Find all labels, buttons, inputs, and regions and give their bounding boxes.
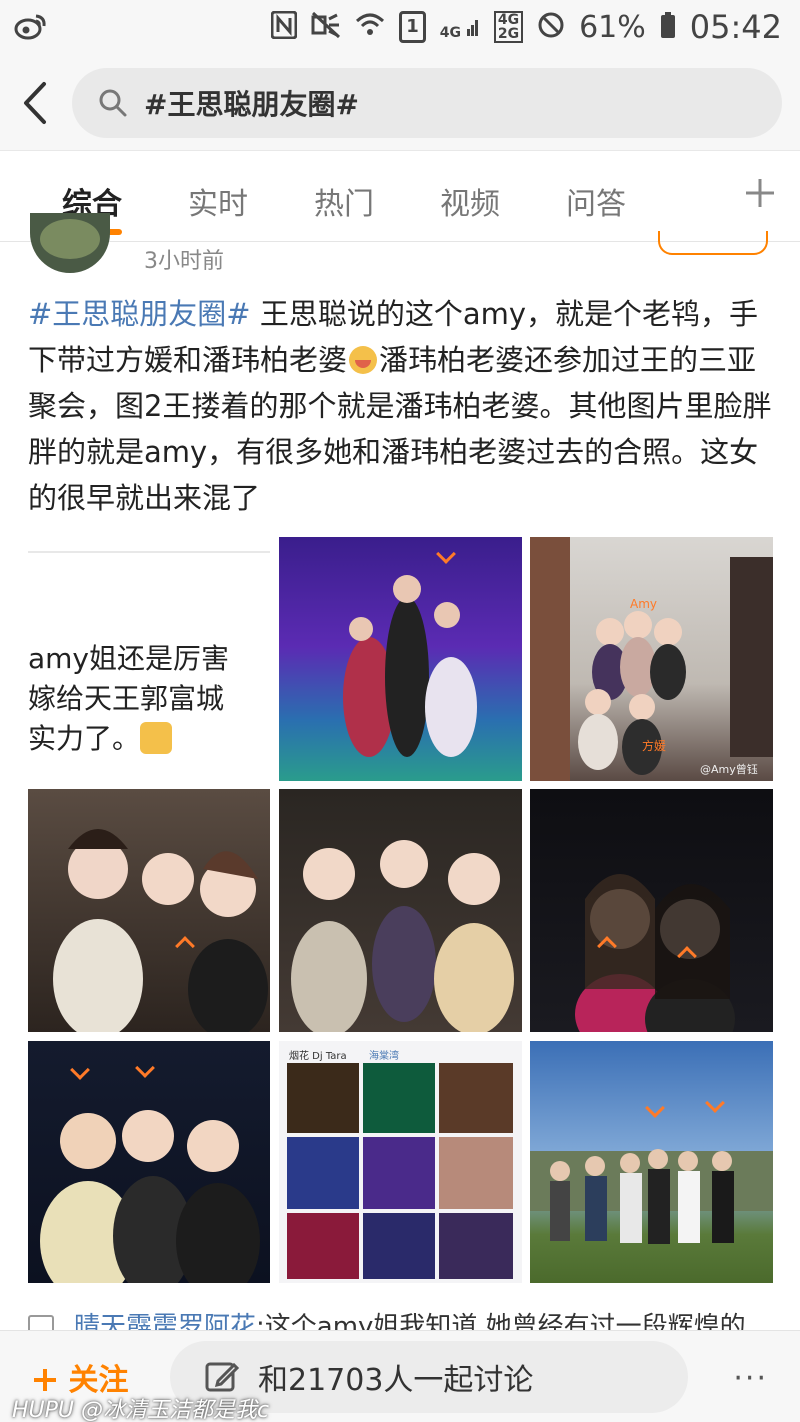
- post-photo[interactable]: 烟花 Dj Tara 海棠湾: [279, 1041, 522, 1283]
- post-body: #王思聪朋友圈# 王思聪说的这个amy，就是个老鸨，手下带过方媛和潘玮柏老婆 潘玮…: [28, 291, 773, 521]
- follow-pill-button[interactable]: [658, 231, 768, 255]
- clock: 05:42: [689, 8, 782, 46]
- caption-line-1: amy姐还是厉害: [28, 642, 230, 675]
- thumbs-up-icon: [140, 722, 173, 754]
- tab-realtime[interactable]: 实时: [188, 179, 248, 223]
- post-photo[interactable]: [530, 789, 773, 1032]
- watermark: HUPU @冰清玉洁都是我c: [12, 1398, 270, 1422]
- more-icon[interactable]: ···: [733, 1361, 768, 1396]
- photo-label-amy: Amy: [630, 597, 657, 611]
- caption-line-3: 实力了。: [28, 722, 141, 755]
- discuss-label: 和21703人一起讨论: [258, 1363, 534, 1398]
- do-not-disturb-icon: [537, 11, 565, 44]
- post-image-caption[interactable]: amy姐还是厉害 嫁给天王郭富城 实力了。: [28, 537, 270, 781]
- network-4g2g: 4G 2G: [493, 11, 524, 43]
- photo-watermark: @Amy曾钰: [700, 763, 758, 776]
- post-photo[interactable]: [279, 537, 522, 781]
- post-photo[interactable]: [28, 789, 270, 1032]
- post-hashtag[interactable]: #王思聪朋友圈#: [28, 297, 251, 331]
- weibo-icon: [14, 12, 48, 44]
- battery-icon: [660, 11, 676, 44]
- tab-video[interactable]: 视频: [440, 179, 500, 223]
- add-tab-icon[interactable]: [744, 173, 776, 213]
- battery-percent: 61%: [579, 9, 646, 45]
- plus-icon: [34, 1369, 56, 1391]
- photo-label-fangyuan: 方媛: [642, 739, 667, 753]
- post-time: 3小时前: [144, 249, 224, 274]
- back-arrow-icon[interactable]: [18, 78, 58, 128]
- wifi-icon: [355, 11, 385, 44]
- sim-badge: 1: [399, 11, 426, 43]
- edit-icon: [205, 1362, 240, 1392]
- mute-icon: [311, 11, 341, 44]
- avatar[interactable]: [30, 213, 110, 273]
- post-photo[interactable]: [279, 789, 522, 1032]
- post-photo[interactable]: [28, 1041, 270, 1283]
- caption-line-2: 嫁给天王郭富城: [28, 682, 225, 715]
- top-bar: #王思聪朋友圈#: [0, 56, 800, 150]
- search-icon: [99, 89, 127, 117]
- network-4g: 4G: [440, 15, 480, 40]
- post-photo[interactable]: Amy 方媛 @Amy曾钰: [530, 537, 773, 781]
- post-photo[interactable]: [530, 1041, 773, 1283]
- status-bar: 1 4G 4G 2G 61% 05:42: [0, 0, 800, 56]
- drooling-emoji-icon: [349, 346, 378, 374]
- tab-bar: 综合 实时 热门 视频 问答: [0, 150, 800, 242]
- search-field[interactable]: #王思聪朋友圈#: [72, 68, 782, 138]
- nfc-icon: [270, 10, 298, 44]
- tab-qa[interactable]: 问答: [566, 179, 626, 223]
- search-query: #王思聪朋友圈#: [144, 88, 359, 121]
- tab-hot[interactable]: 热门: [314, 179, 374, 223]
